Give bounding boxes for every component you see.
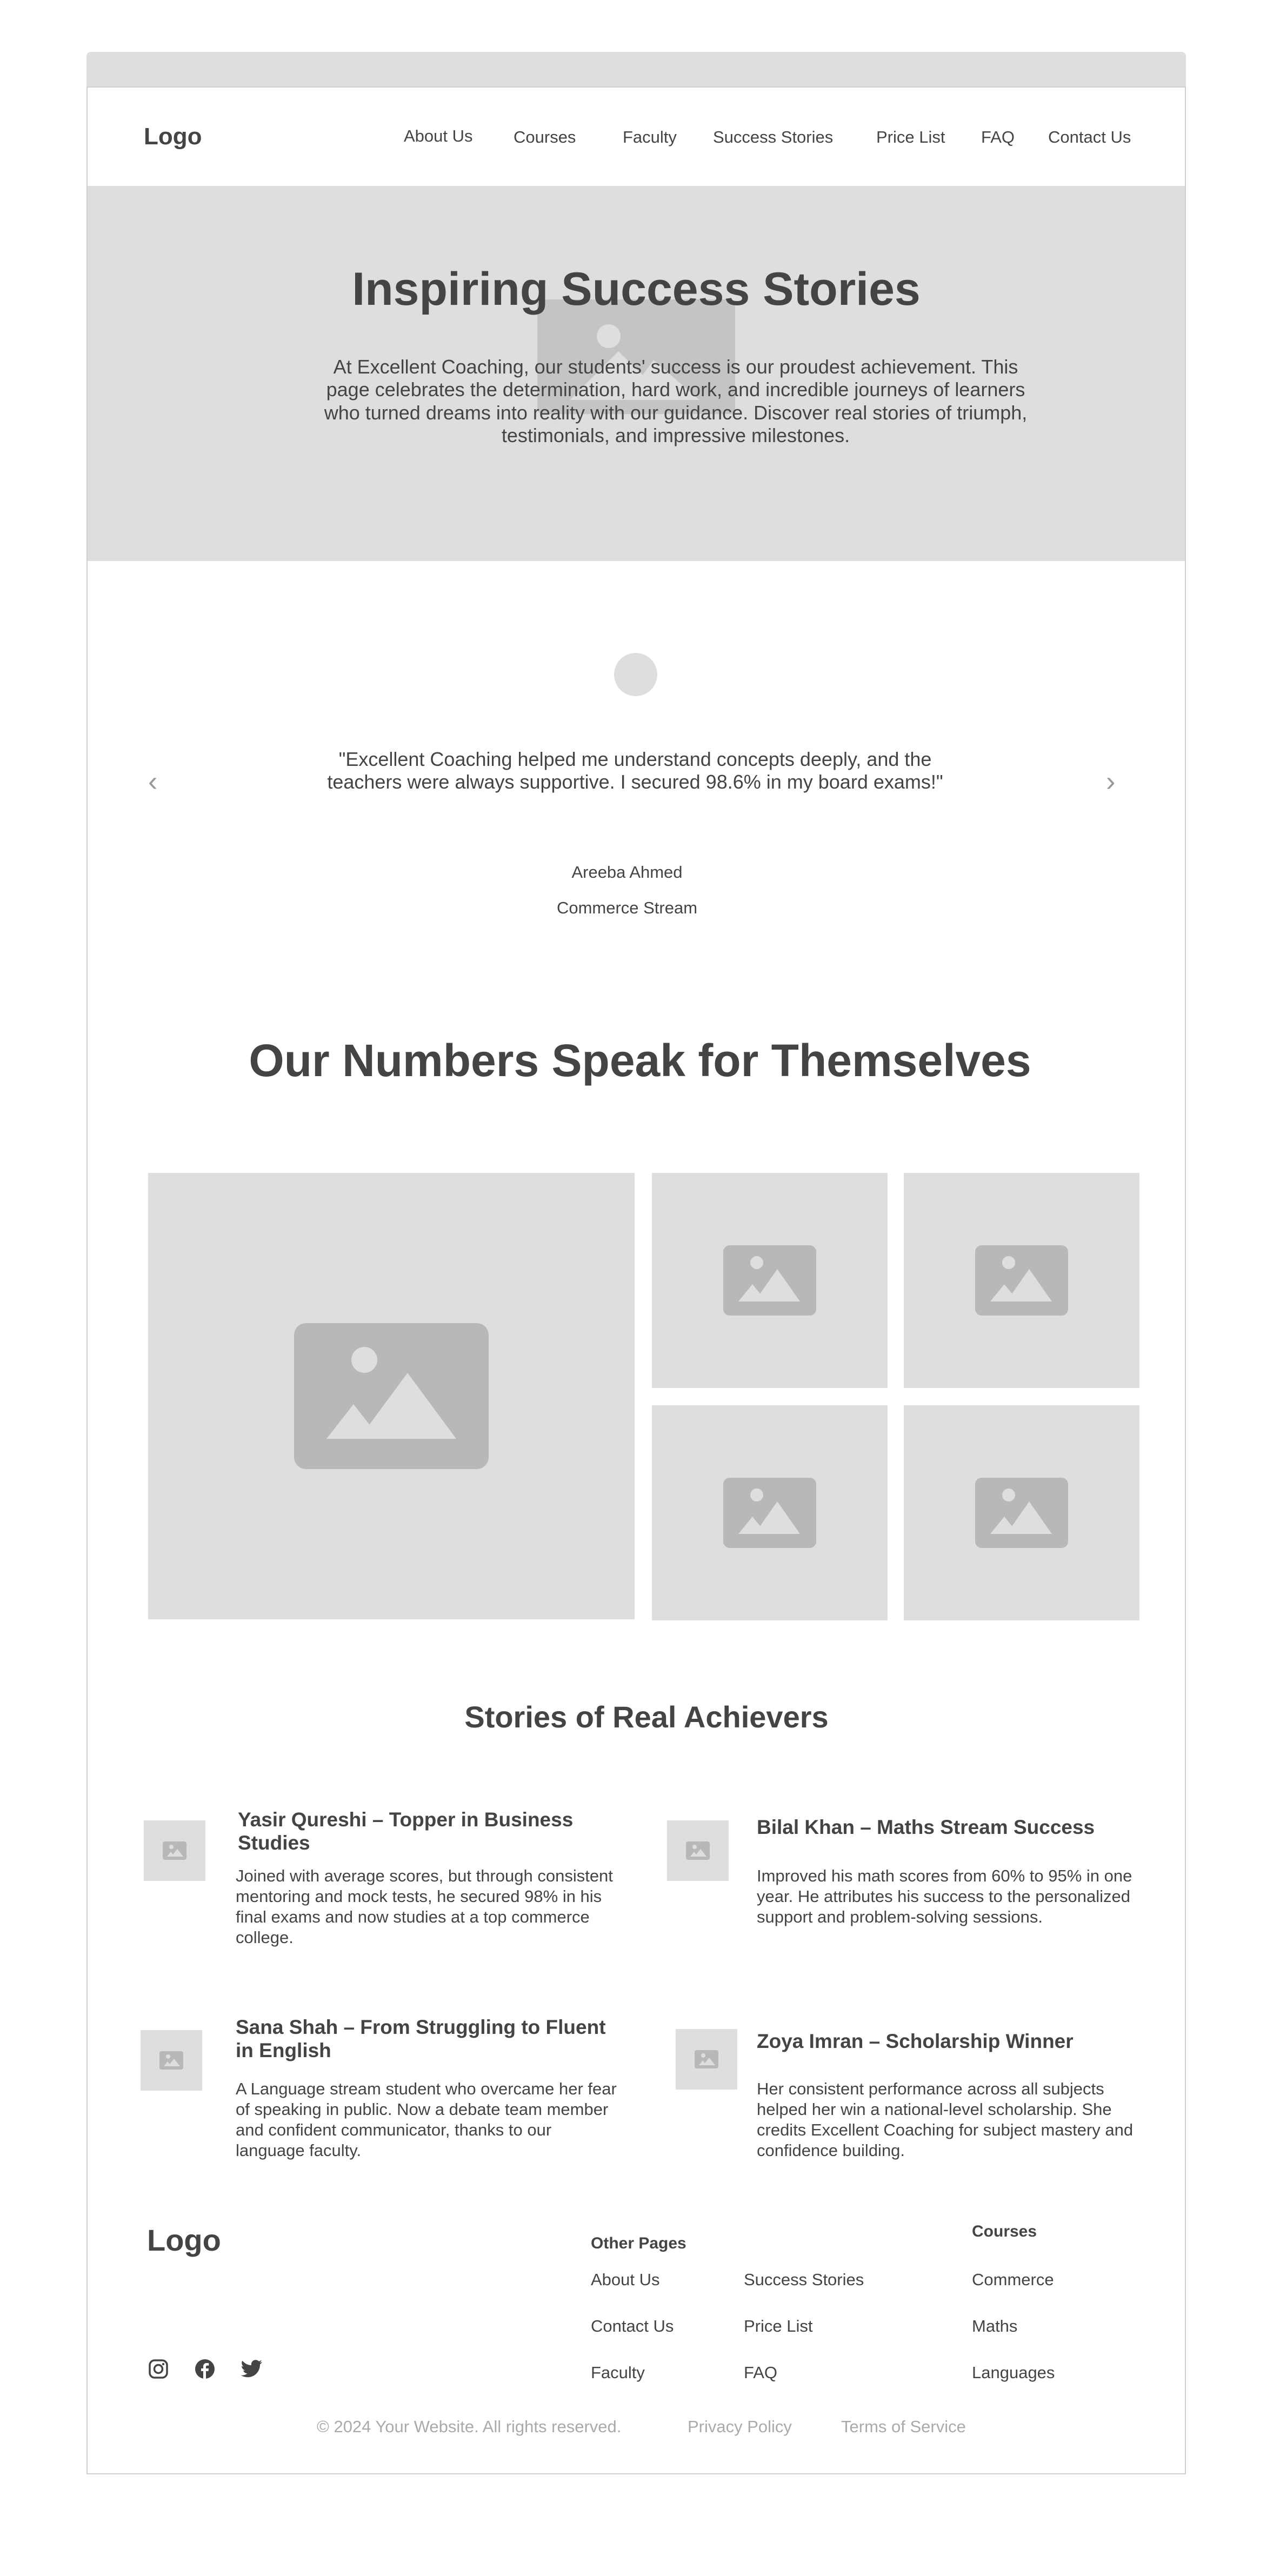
- nav-success-stories[interactable]: Success Stories: [713, 128, 833, 147]
- footer-link-price-list[interactable]: Price List: [744, 2317, 812, 2336]
- footer-privacy-policy[interactable]: Privacy Policy: [688, 2417, 792, 2437]
- story-thumbnail: [676, 2029, 737, 2090]
- story-title: Zoya Imran – Scholarship Winner: [757, 2030, 1074, 2052]
- footer-link-success-stories[interactable]: Success Stories: [744, 2270, 864, 2290]
- footer-link-contact-us[interactable]: Contact Us: [591, 2317, 674, 2336]
- footer-link-maths[interactable]: Maths: [972, 2317, 1017, 2336]
- gallery-image-2: [904, 1173, 1139, 1388]
- instagram-icon[interactable]: [148, 2359, 169, 2379]
- story-text: Improved his math scores from 60% to 95%…: [757, 1866, 1132, 1927]
- story-text: A Language stream student who overcame h…: [236, 2079, 617, 2160]
- nav-about-us[interactable]: About Us: [404, 126, 473, 146]
- nav-faculty[interactable]: Faculty: [623, 128, 677, 147]
- facebook-icon[interactable]: [195, 2359, 215, 2379]
- image-placeholder-icon: [975, 1245, 1068, 1316]
- story-title: Sana Shah – From Struggling to Fluent in…: [236, 2016, 606, 2061]
- footer-link-languages[interactable]: Languages: [972, 2363, 1055, 2383]
- image-placeholder-icon: [723, 1245, 816, 1316]
- story-title: Bilal Khan – Maths Stream Success: [757, 1816, 1095, 1838]
- footer-courses-heading: Courses: [972, 2223, 1037, 2240]
- gallery-image-4: [904, 1405, 1139, 1620]
- twitter-icon[interactable]: [241, 2360, 262, 2380]
- footer-other-pages-heading: Other Pages: [591, 2234, 686, 2252]
- testimonial-name: Areeba Ahmed: [571, 863, 683, 882]
- hero-description: At Excellent Coaching, our students' suc…: [324, 356, 1028, 447]
- chevron-right-icon[interactable]: ›: [1106, 768, 1115, 796]
- story-thumbnail: [141, 2030, 202, 2091]
- image-placeholder-icon: [723, 1478, 816, 1548]
- nav-contact-us[interactable]: Contact Us: [1048, 128, 1131, 147]
- hero-section: Inspiring Success Stories At Excellent C…: [88, 186, 1185, 561]
- nav-faq[interactable]: FAQ: [981, 128, 1015, 147]
- footer-copyright: © 2024 Your Website. All rights reserved…: [317, 2417, 622, 2436]
- footer-link-faq[interactable]: FAQ: [744, 2363, 777, 2383]
- achievers-title: Stories of Real Achievers: [464, 1700, 829, 1734]
- hero-title: Inspiring Success Stories: [352, 263, 921, 315]
- footer-terms-of-service[interactable]: Terms of Service: [841, 2417, 966, 2437]
- story-title: Yasir Qureshi – Topper in Business Studi…: [238, 1808, 574, 1854]
- footer-link-faculty[interactable]: Faculty: [591, 2363, 645, 2383]
- image-placeholder-icon: [975, 1478, 1068, 1548]
- image-placeholder-icon: [294, 1323, 489, 1469]
- header-logo[interactable]: Logo: [144, 123, 202, 150]
- testimonial-avatar: [614, 653, 657, 696]
- footer-logo[interactable]: Logo: [147, 2223, 221, 2258]
- gallery-image-3: [652, 1405, 888, 1620]
- story-text: Joined with average scores, but through …: [236, 1866, 613, 1947]
- gallery-image-large: [148, 1173, 635, 1619]
- gallery-image-1: [652, 1173, 888, 1388]
- numbers-title: Our Numbers Speak for Themselves: [249, 1035, 1031, 1086]
- browser-top-bar: [86, 52, 1186, 86]
- story-thumbnail: [144, 1820, 205, 1881]
- testimonial-quote: "Excellent Coaching helped me understand…: [327, 748, 943, 793]
- testimonial-stream: Commerce Stream: [556, 898, 698, 917]
- footer-link-about-us[interactable]: About Us: [591, 2270, 660, 2290]
- nav-price-list[interactable]: Price List: [876, 128, 945, 147]
- story-text: Her consistent performance across all su…: [757, 2079, 1134, 2160]
- footer-link-commerce[interactable]: Commerce: [972, 2270, 1054, 2290]
- chevron-left-icon[interactable]: ‹: [148, 768, 157, 796]
- nav-courses[interactable]: Courses: [514, 128, 576, 147]
- story-thumbnail: [667, 1820, 729, 1881]
